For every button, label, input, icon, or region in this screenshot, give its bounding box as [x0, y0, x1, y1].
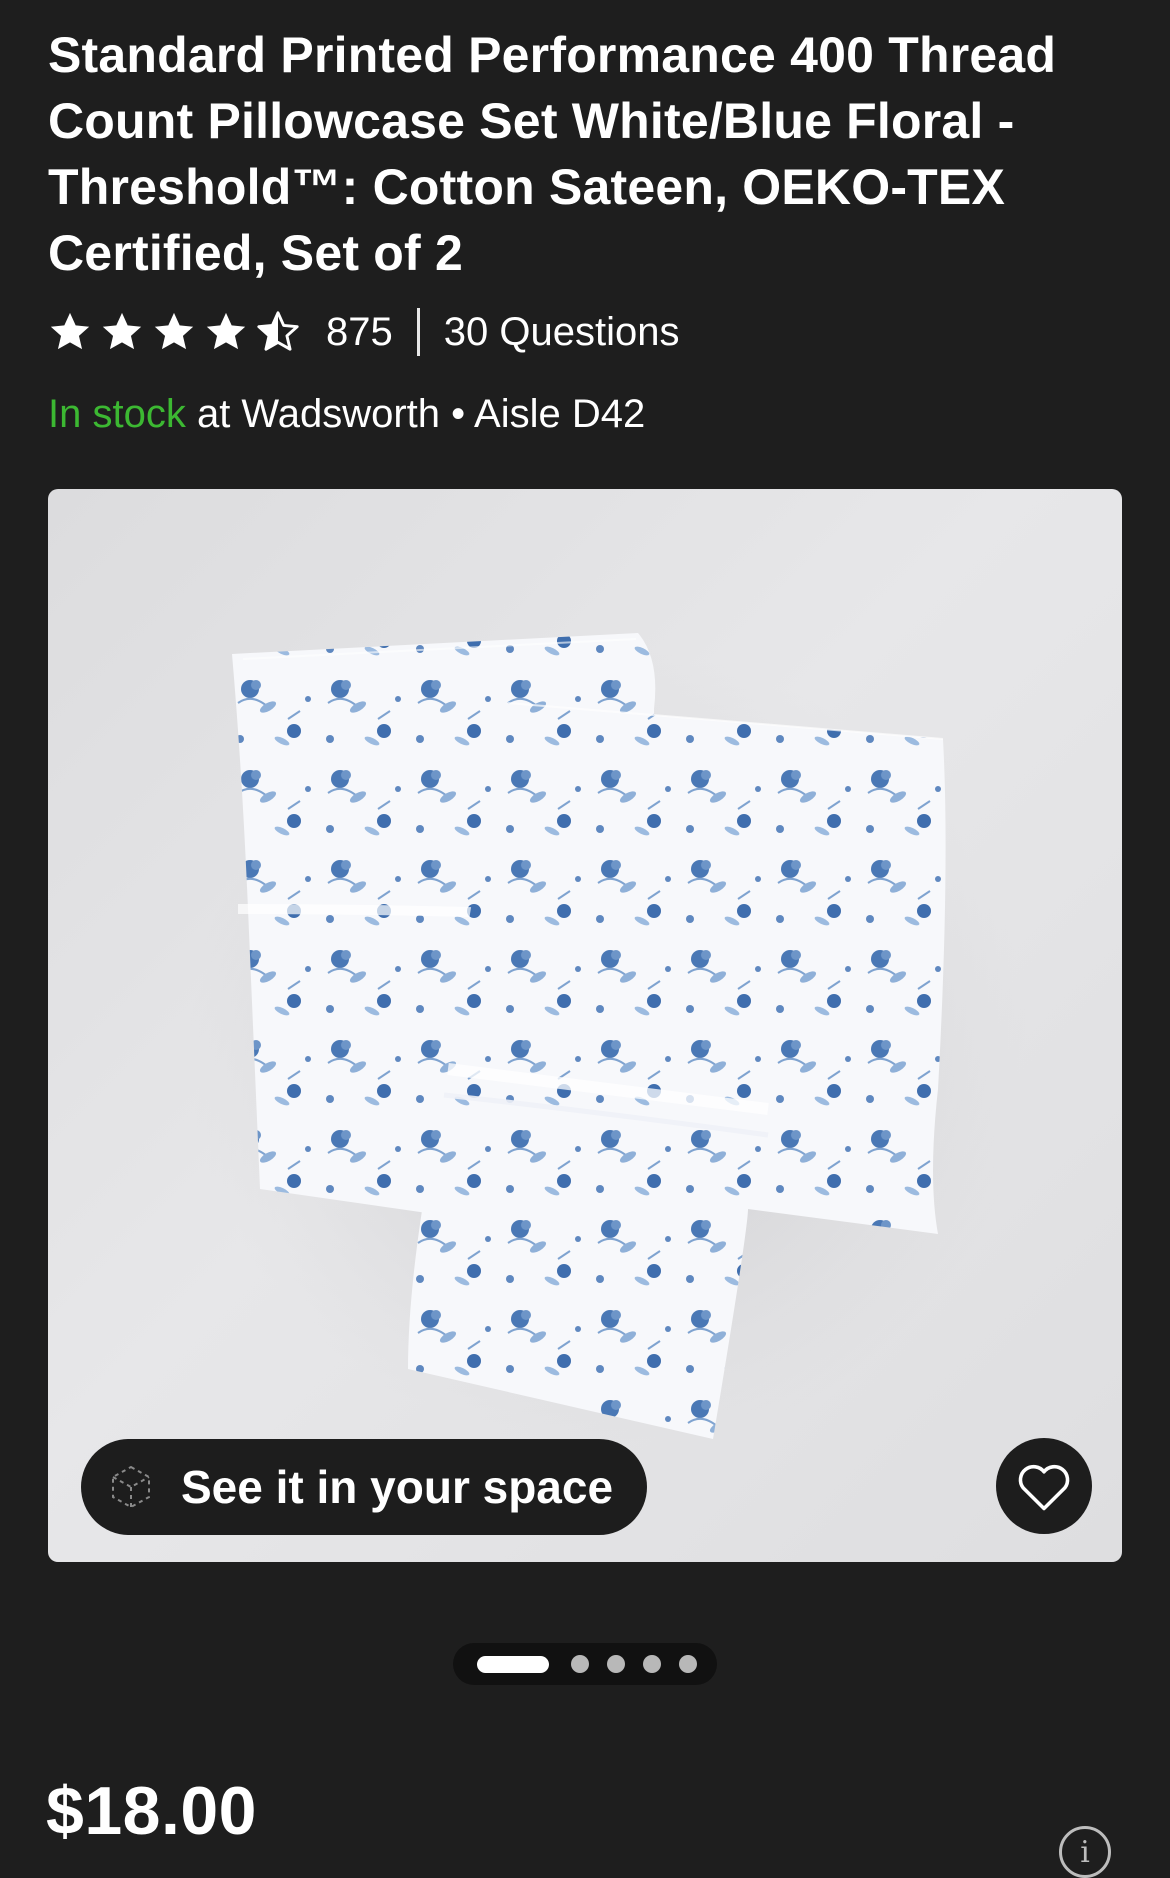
rating-row[interactable]: 875 30 Questions [48, 302, 679, 362]
carousel-dot[interactable] [643, 1655, 661, 1673]
carousel-dot-active[interactable] [477, 1655, 549, 1673]
pillowcase-photo [188, 633, 1028, 1449]
product-title: Standard Printed Performance 400 Thread … [48, 27, 1057, 281]
rating-divider [416, 308, 420, 356]
image-carousel-pager[interactable] [453, 1643, 717, 1685]
review-count[interactable]: 875 [326, 310, 393, 355]
see-it-in-your-space-button[interactable]: See it in your space [81, 1439, 647, 1535]
cube-ar-icon [112, 1465, 150, 1509]
star-full-icon [100, 311, 144, 353]
star-full-icon [204, 311, 248, 353]
see-it-in-your-space-label: See it in your space [181, 1461, 614, 1513]
availability[interactable]: In stock at Wadsworth • Aisle D42 [48, 386, 645, 442]
star-full-icon [48, 311, 92, 353]
favorite-button[interactable] [996, 1438, 1092, 1534]
product-price: $18.00 [46, 1773, 257, 1849]
carousel-dot[interactable] [607, 1655, 625, 1673]
star-full-icon [152, 311, 196, 353]
stock-status: In stock [48, 391, 186, 436]
star-half-icon [256, 311, 300, 353]
star-rating [48, 311, 300, 353]
questions-link[interactable]: 30 Questions [444, 310, 680, 355]
info-glyph: i [1080, 1835, 1090, 1870]
carousel-dot[interactable] [571, 1655, 589, 1673]
product-image[interactable]: See it in your space [48, 489, 1122, 1562]
heart-icon [1018, 1464, 1070, 1511]
store-aisle-location: at Wadsworth • Aisle D42 [185, 391, 646, 436]
price-info-icon[interactable]: i [1059, 1826, 1111, 1878]
carousel-dot[interactable] [679, 1655, 697, 1673]
